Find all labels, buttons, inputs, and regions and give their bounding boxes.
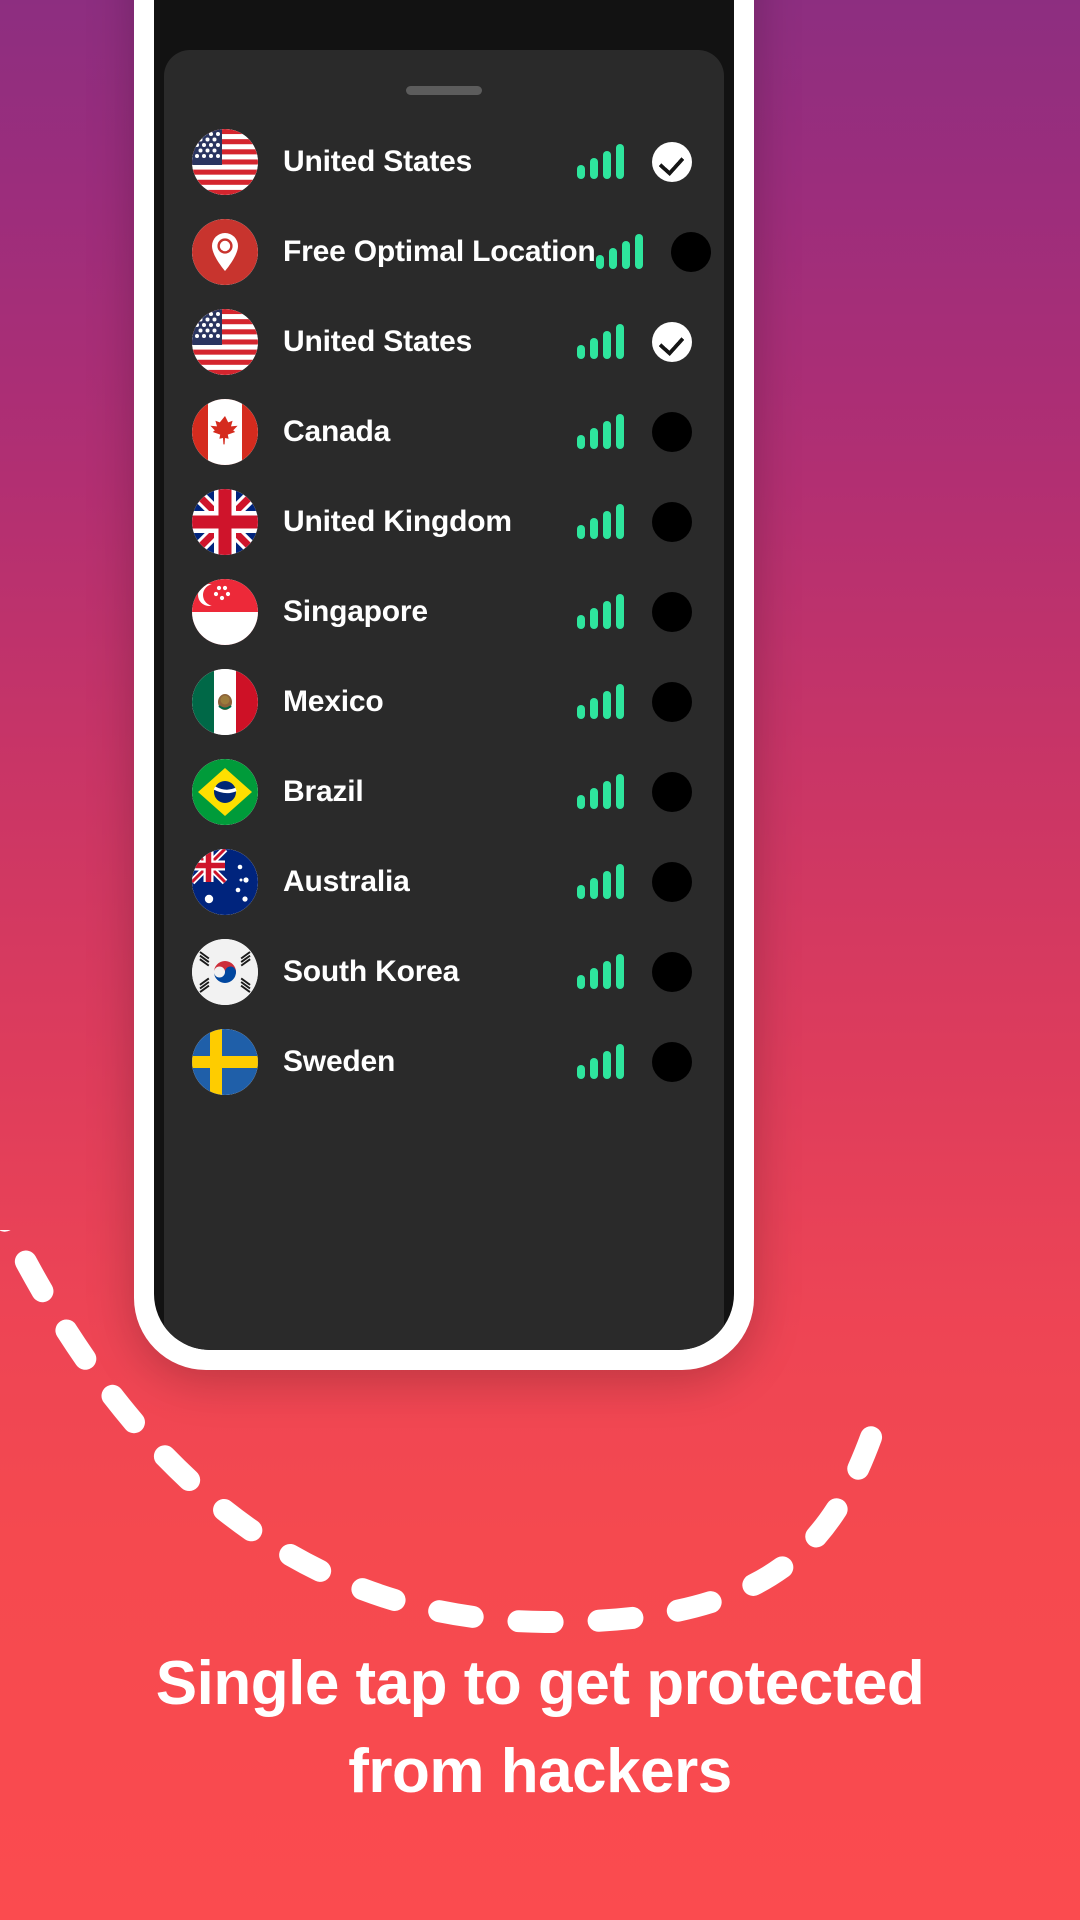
flag-kr-icon [192, 939, 258, 1005]
signal-strength-icon [577, 864, 624, 899]
location-list: United States Free Optimal Location United… [164, 117, 724, 1107]
location-name: Singapore [283, 595, 428, 628]
location-name: Brazil [283, 775, 364, 808]
flag-mx-icon [192, 669, 258, 735]
location-row[interactable]: United Kingdom [164, 477, 724, 567]
location-name: Sweden [283, 1045, 396, 1078]
location-name: Australia [283, 865, 410, 898]
signal-strength-icon [577, 1044, 624, 1079]
map-pin-icon [192, 219, 258, 285]
signal-strength-icon [577, 504, 624, 539]
signal-strength-icon [577, 144, 624, 179]
location-row[interactable]: Singapore [164, 567, 724, 657]
signal-strength-icon [577, 954, 624, 989]
location-bottom-sheet: United States Free Optimal Location United… [164, 50, 724, 1350]
flag-us-icon [192, 129, 258, 195]
location-name: Free Optimal Location [283, 235, 596, 268]
signal-strength-icon [577, 324, 624, 359]
location-row[interactable]: South Korea [164, 927, 724, 1017]
flag-us-icon [192, 309, 258, 375]
unselected-circle-icon[interactable] [670, 232, 711, 272]
location-row[interactable]: Australia [164, 837, 724, 927]
location-row[interactable]: United States [164, 117, 724, 207]
unselected-circle-icon[interactable] [652, 502, 692, 542]
sheet-drag-handle[interactable] [406, 86, 482, 95]
signal-strength-icon [577, 774, 624, 809]
location-name: Canada [283, 415, 391, 448]
location-row[interactable]: Free Optimal Location [164, 207, 724, 297]
unselected-circle-icon[interactable] [652, 592, 692, 632]
flag-sg-icon [192, 579, 258, 645]
selected-check-icon[interactable] [652, 322, 692, 362]
unselected-circle-icon[interactable] [652, 1042, 692, 1082]
flag-br-icon [192, 759, 258, 825]
promo-headline: Single tap to get protected from hackers [0, 1640, 1080, 1816]
location-row[interactable]: United States [164, 297, 724, 387]
flag-au-icon [192, 849, 258, 915]
location-row[interactable]: Mexico [164, 657, 724, 747]
location-name: United States [283, 325, 473, 358]
location-name: Mexico [283, 685, 384, 718]
flag-gb-icon [192, 489, 258, 555]
flag-se-icon [192, 1029, 258, 1095]
headline-line-2: from hackers [348, 1737, 732, 1807]
phone-screen: United States Free Optimal Location United… [154, 0, 734, 1350]
phone-mockup: United States Free Optimal Location United… [134, 0, 754, 1370]
location-name: United States [283, 145, 473, 178]
selected-check-icon[interactable] [652, 142, 692, 182]
signal-strength-icon [577, 594, 624, 629]
unselected-circle-icon[interactable] [652, 952, 692, 992]
promo-screenshot: United States Free Optimal Location United… [0, 0, 1080, 1920]
location-row[interactable]: Canada [164, 387, 724, 477]
signal-strength-icon [577, 684, 624, 719]
headline-line-1: Single tap to get protected [155, 1649, 925, 1718]
unselected-circle-icon[interactable] [652, 772, 692, 812]
signal-strength-icon [577, 414, 624, 449]
flag-ca-icon [192, 399, 258, 465]
location-name: South Korea [283, 955, 460, 988]
unselected-circle-icon[interactable] [652, 682, 692, 722]
unselected-circle-icon[interactable] [652, 412, 692, 452]
signal-strength-icon [595, 234, 643, 269]
location-row[interactable]: Brazil [164, 747, 724, 837]
location-row[interactable]: Sweden [164, 1017, 724, 1107]
location-name: United Kingdom [283, 505, 512, 538]
unselected-circle-icon[interactable] [652, 862, 692, 902]
